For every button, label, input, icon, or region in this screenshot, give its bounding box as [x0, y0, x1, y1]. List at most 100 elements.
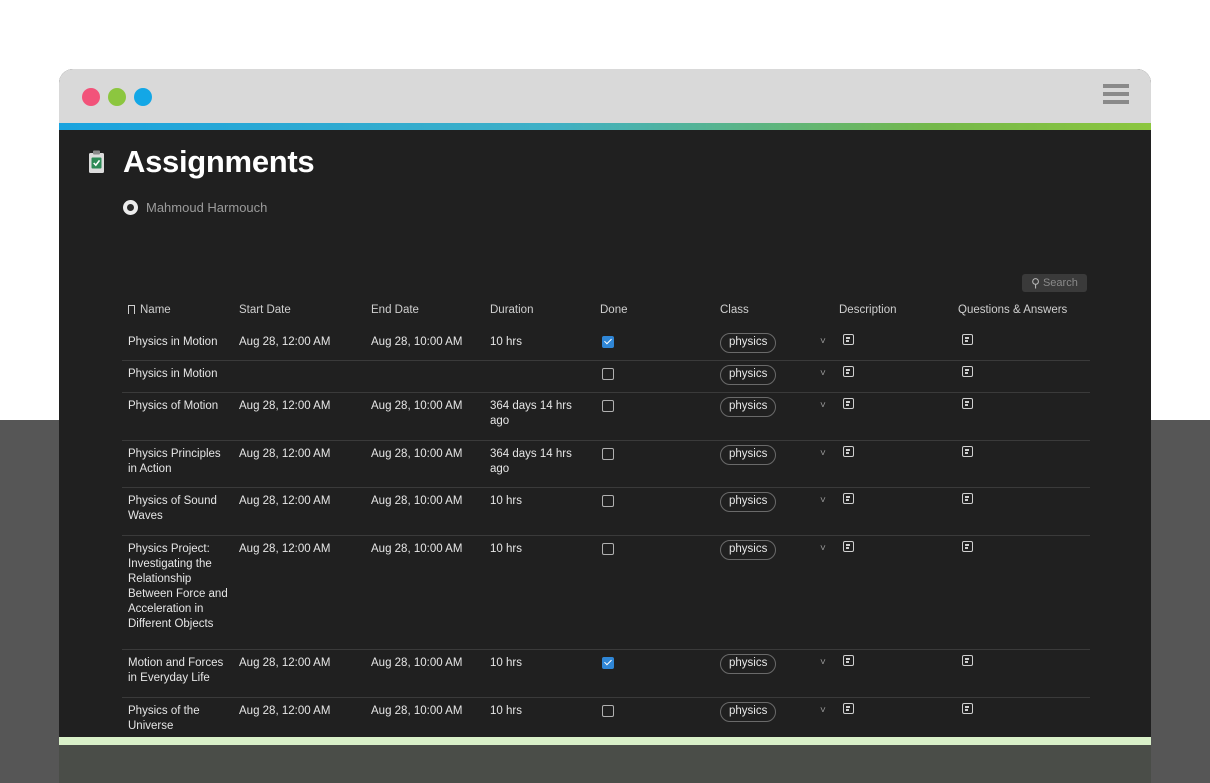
description-doc-icon[interactable] — [843, 655, 854, 666]
chevron-down-icon[interactable]: ˅ — [820, 703, 826, 718]
maximize-window-button[interactable] — [134, 88, 152, 106]
done-checkbox[interactable] — [602, 400, 614, 412]
qa-doc-icon[interactable] — [962, 334, 973, 345]
cell-duration[interactable]: 10 hrs — [490, 656, 586, 671]
cell-class: physics — [720, 333, 777, 353]
search-button[interactable]: ⚲ Search — [1022, 274, 1087, 292]
class-tag[interactable]: physics — [720, 397, 777, 417]
author-row[interactable]: Mahmoud Harmouch — [123, 198, 267, 216]
column-header-end-date[interactable]: End Date — [371, 304, 419, 316]
done-checkbox[interactable] — [602, 495, 614, 507]
class-tag[interactable]: physics — [720, 445, 777, 465]
cell-duration[interactable]: 10 hrs — [490, 704, 586, 719]
description-doc-icon[interactable] — [843, 398, 854, 409]
done-checkbox[interactable] — [602, 705, 614, 717]
table-row[interactable]: Motion and Forces in Everyday Life Aug 28… — [122, 650, 1090, 698]
clipboard-check-icon — [89, 150, 104, 173]
table-row[interactable]: Physics in Motion physics ˅ — [122, 361, 1090, 393]
column-header-start-date[interactable]: Start Date — [239, 304, 291, 316]
cell-start-date[interactable]: Aug 28, 12:00 AM — [239, 704, 330, 719]
cell-duration[interactable]: 10 hrs — [490, 335, 586, 350]
qa-doc-icon[interactable] — [962, 655, 973, 666]
cell-duration[interactable]: 10 hrs — [490, 494, 586, 509]
cell-start-date[interactable]: Aug 28, 12:00 AM — [239, 447, 330, 462]
chevron-down-icon[interactable]: ˅ — [820, 398, 826, 413]
cell-start-date[interactable]: Aug 28, 12:00 AM — [239, 399, 330, 414]
done-checkbox[interactable] — [602, 657, 614, 669]
cell-name[interactable]: Physics of Sound Waves — [128, 494, 232, 524]
cell-start-date[interactable]: Aug 28, 12:00 AM — [239, 335, 330, 350]
cell-description — [843, 703, 854, 714]
column-header-description[interactable]: Description — [839, 304, 897, 316]
description-doc-icon[interactable] — [843, 446, 854, 457]
class-tag[interactable]: physics — [720, 540, 777, 560]
qa-doc-icon[interactable] — [962, 398, 973, 409]
column-header-questions-answers[interactable]: Questions & Answers — [958, 304, 1067, 316]
description-doc-icon[interactable] — [843, 493, 854, 504]
cell-class: physics — [720, 365, 777, 385]
class-tag[interactable]: physics — [720, 492, 777, 512]
cell-name[interactable]: Physics Principles in Action — [128, 447, 232, 477]
cell-class: physics — [720, 445, 777, 465]
table-row[interactable]: Physics of Motion Aug 28, 12:00 AM Aug 28,… — [122, 393, 1090, 441]
cell-name[interactable]: Physics of the Universe — [128, 704, 232, 734]
column-header-class[interactable]: Class — [720, 304, 749, 316]
qa-doc-icon[interactable] — [962, 493, 973, 504]
cell-end-date[interactable]: Aug 28, 10:00 AM — [371, 656, 462, 671]
cell-duration[interactable]: 10 hrs — [490, 542, 586, 557]
qa-doc-icon[interactable] — [962, 703, 973, 714]
done-checkbox[interactable] — [602, 368, 614, 380]
class-tag[interactable]: physics — [720, 333, 777, 353]
description-doc-icon[interactable] — [843, 334, 854, 345]
cell-duration[interactable]: 364 days 14 hrs ago — [490, 447, 586, 477]
cell-start-date[interactable]: Aug 28, 12:00 AM — [239, 494, 330, 509]
cell-name[interactable]: Physics in Motion — [128, 335, 232, 350]
table-row[interactable]: Physics of Sound Waves Aug 28, 12:00 AM Au… — [122, 488, 1090, 536]
cell-class: physics — [720, 492, 777, 512]
chevron-down-icon[interactable]: ˅ — [820, 493, 826, 508]
cell-end-date[interactable]: Aug 28, 10:00 AM — [371, 399, 462, 414]
qa-doc-icon[interactable] — [962, 446, 973, 457]
cell-name[interactable]: Physics in Motion — [128, 367, 232, 382]
author-name: Mahmoud Harmouch — [146, 199, 268, 215]
cell-start-date[interactable]: Aug 28, 12:00 AM — [239, 542, 330, 557]
cell-end-date[interactable]: Aug 28, 10:00 AM — [371, 335, 462, 350]
class-tag[interactable]: physics — [720, 365, 777, 385]
cell-duration[interactable]: 364 days 14 hrs ago — [490, 399, 586, 429]
qa-doc-icon[interactable] — [962, 366, 973, 377]
done-checkbox[interactable] — [602, 336, 614, 348]
done-checkbox[interactable] — [602, 448, 614, 460]
description-doc-icon[interactable] — [843, 541, 854, 552]
table-row[interactable]: Physics in Motion Aug 28, 12:00 AM Aug 28,… — [122, 329, 1090, 361]
cell-name[interactable]: Physics of Motion — [128, 399, 232, 414]
cell-end-date[interactable]: Aug 28, 10:00 AM — [371, 542, 462, 557]
chevron-down-icon[interactable]: ˅ — [820, 541, 826, 556]
minimize-window-button[interactable] — [108, 88, 126, 106]
cell-end-date[interactable]: Aug 28, 10:00 AM — [371, 447, 462, 462]
done-checkbox[interactable] — [602, 543, 614, 555]
table-row[interactable]: Physics Principles in Action Aug 28, 12:0… — [122, 441, 1090, 488]
cell-end-date[interactable]: Aug 28, 10:00 AM — [371, 704, 462, 719]
cell-name[interactable]: Motion and Forces in Everyday Life — [128, 656, 232, 686]
description-doc-icon[interactable] — [843, 366, 854, 377]
class-tag[interactable]: physics — [720, 654, 777, 674]
cell-start-date[interactable]: Aug 28, 12:00 AM — [239, 656, 330, 671]
table-row[interactable]: Physics of the Universe Aug 28, 12:00 AM A… — [122, 698, 1090, 737]
cell-name[interactable]: Physics Project: Investigating the Relat… — [128, 542, 232, 632]
hamburger-menu-icon[interactable] — [1103, 84, 1129, 108]
table-row[interactable]: Physics Project: Investigating the Relat… — [122, 536, 1090, 650]
close-window-button[interactable] — [82, 88, 100, 106]
chevron-down-icon[interactable]: ˅ — [820, 446, 826, 461]
chevron-down-icon[interactable]: ˅ — [820, 366, 826, 381]
chevron-down-icon[interactable]: ˅ — [820, 655, 826, 670]
description-doc-icon[interactable] — [843, 703, 854, 714]
cell-end-date[interactable]: Aug 28, 10:00 AM — [371, 494, 462, 509]
qa-doc-icon[interactable] — [962, 541, 973, 552]
cell-done — [602, 336, 614, 348]
column-header-done[interactable]: Done — [600, 304, 628, 316]
column-header-duration[interactable]: Duration — [490, 304, 533, 316]
cell-done — [602, 543, 614, 555]
column-header-name[interactable]: Name — [128, 304, 171, 316]
chevron-down-icon[interactable]: ˅ — [820, 334, 826, 349]
class-tag[interactable]: physics — [720, 702, 777, 722]
